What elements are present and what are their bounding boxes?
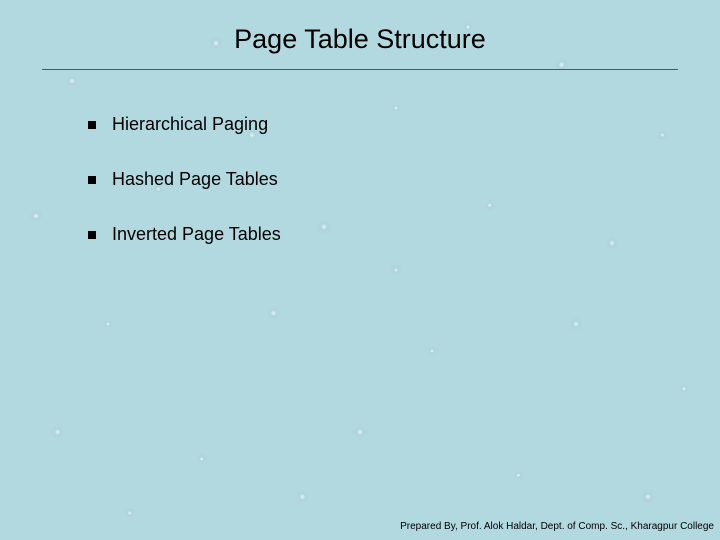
square-bullet-icon (88, 121, 96, 129)
slide-title: Page Table Structure (0, 0, 720, 55)
square-bullet-icon (88, 231, 96, 239)
list-item: Hashed Page Tables (88, 169, 720, 190)
square-bullet-icon (88, 176, 96, 184)
list-item: Hierarchical Paging (88, 114, 720, 135)
list-item: Inverted Page Tables (88, 224, 720, 245)
footer-attribution: Prepared By, Prof. Alok Haldar, Dept. of… (400, 521, 714, 532)
bullet-text: Inverted Page Tables (112, 224, 281, 245)
slide-body: Hierarchical Paging Hashed Page Tables I… (0, 70, 720, 245)
bullet-text: Hashed Page Tables (112, 169, 278, 190)
slide: Page Table Structure Hierarchical Paging… (0, 0, 720, 540)
bullet-text: Hierarchical Paging (112, 114, 268, 135)
